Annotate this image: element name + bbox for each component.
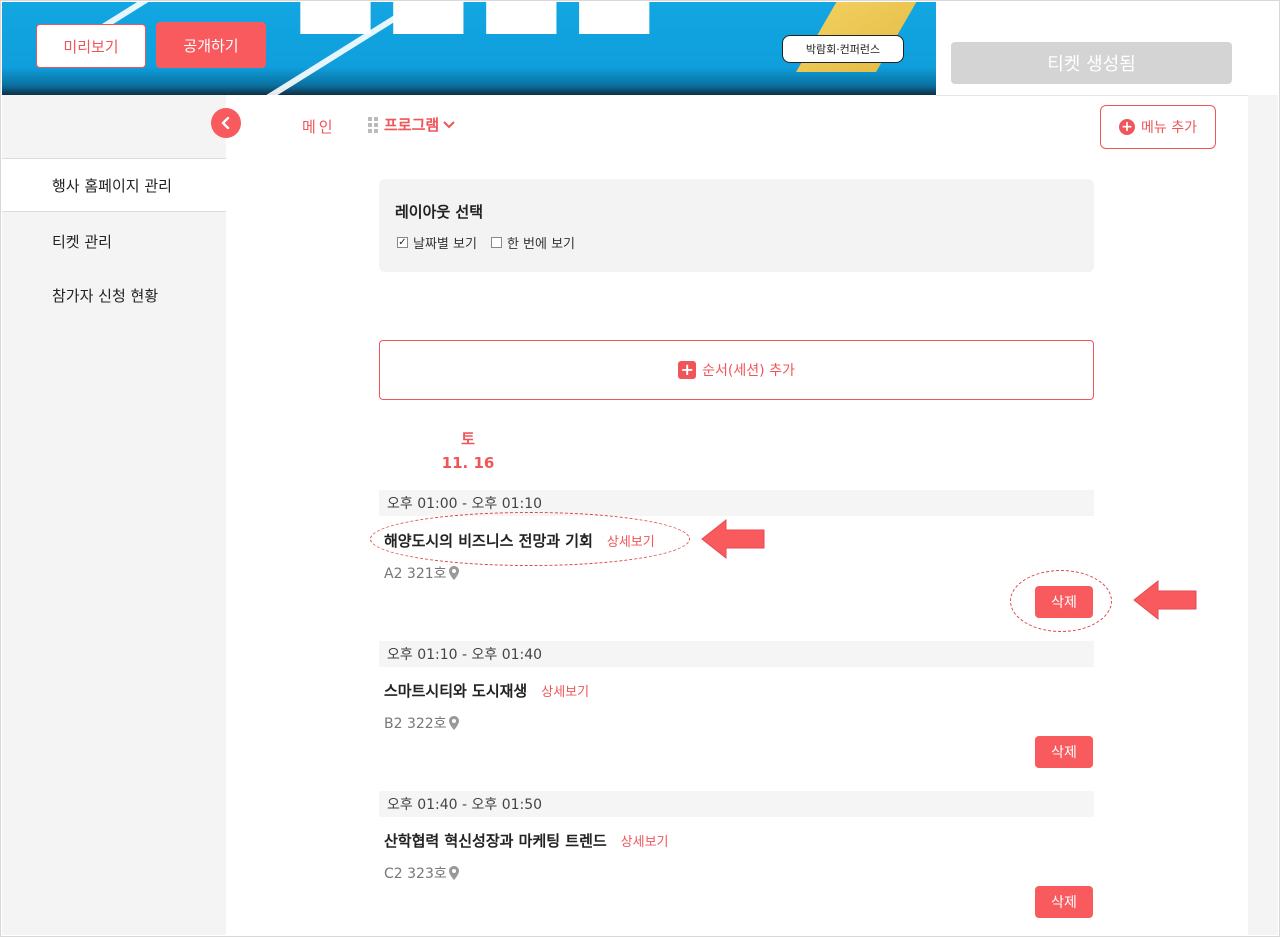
by-date-checkbox[interactable]: ✓ xyxy=(397,237,408,248)
highlight-ellipse-delete xyxy=(1010,570,1112,632)
add-session-button[interactable]: + 순서(세션) 추가 xyxy=(379,340,1094,400)
banner-artwork: ▬▬▬▬ xyxy=(292,2,664,63)
sidebar-item-tickets[interactable]: 티켓 관리 xyxy=(2,214,226,268)
tab-program-label: 프로그램 xyxy=(384,116,440,134)
session-room: A2 321호 xyxy=(384,563,459,583)
session-title: 스마트시티와 도시재생 xyxy=(384,682,528,700)
location-pin-icon xyxy=(448,866,459,880)
plus-square-icon: + xyxy=(678,361,697,379)
sidebar-item-label: 행사 홈페이지 관리 xyxy=(52,176,172,195)
add-session-label: 순서(세션) 추가 xyxy=(702,363,795,379)
category-badge: 박람회·컨퍼런스 xyxy=(782,35,904,63)
publish-button[interactable]: 공개하기 xyxy=(156,22,266,68)
session-room-label: B2 322호 xyxy=(384,716,447,732)
all-at-once-checkbox[interactable] xyxy=(490,237,502,248)
delete-session-button[interactable]: 삭제 xyxy=(1035,886,1093,918)
session-room: B2 322호 xyxy=(384,713,459,733)
layout-title: 레이아웃 선택 xyxy=(395,203,484,221)
arrow-left-icon xyxy=(1133,579,1197,621)
layout-options: ✓ 날짜별 보기 한 번에 보기 xyxy=(397,233,589,252)
sidebar-item-label: 참가자 신청 현황 xyxy=(52,286,159,305)
ticket-created-button[interactable]: 티켓 생성됨 xyxy=(951,42,1232,84)
by-date-label: 날짜별 보기 xyxy=(413,237,477,252)
arrow-left-icon xyxy=(701,518,765,560)
location-pin-icon xyxy=(448,716,459,730)
schedule-date: 11. 16 xyxy=(441,454,495,472)
sidebar-item-homepage[interactable]: 행사 홈페이지 관리 xyxy=(2,158,226,212)
session-time: 오후 01:10 - 오후 01:40 xyxy=(379,641,1094,667)
session-time: 오후 01:40 - 오후 01:50 xyxy=(379,791,1094,817)
session-detail-link[interactable]: 상세보기 xyxy=(541,681,589,700)
right-gutter xyxy=(1248,95,1278,935)
sidebar: 행사 홈페이지 관리 티켓 관리 참가자 신청 현황 xyxy=(2,95,226,935)
session-detail-link[interactable]: 상세보기 xyxy=(621,831,669,850)
sidebar-item-applicants[interactable]: 참가자 신청 현황 xyxy=(2,268,226,322)
header-divider xyxy=(936,95,1248,96)
session-title-row: 산학협력 혁신성장과 마케팅 트렌드 상세보기 xyxy=(384,830,669,851)
session-room: C2 323호 xyxy=(384,863,459,883)
layout-selection-panel: 레이아웃 선택 ✓ 날짜별 보기 한 번에 보기 xyxy=(379,179,1094,272)
plus-circle-icon: + xyxy=(1119,119,1135,135)
tab-program[interactable]: 프로그램 xyxy=(368,114,455,135)
add-menu-label: 메뉴 추가 xyxy=(1141,120,1197,136)
session-room-label: C2 323호 xyxy=(384,866,447,882)
drag-grid-icon xyxy=(368,116,378,133)
session-title: 산학협력 혁신성장과 마케팅 트렌드 xyxy=(384,832,607,850)
delete-session-button[interactable]: 삭제 xyxy=(1035,736,1093,768)
session-room-label: A2 321호 xyxy=(384,566,447,582)
all-at-once-label: 한 번에 보기 xyxy=(506,237,576,252)
preview-button[interactable]: 미리보기 xyxy=(36,24,146,68)
chevron-left-icon xyxy=(221,117,230,129)
schedule-day: 토 xyxy=(461,430,475,448)
location-pin-icon xyxy=(448,566,459,580)
chevron-down-icon xyxy=(443,120,455,128)
session-title-row: 스마트시티와 도시재생 상세보기 xyxy=(384,680,589,701)
sidebar-item-label: 티켓 관리 xyxy=(52,232,112,251)
tab-main[interactable]: 메인 xyxy=(302,116,336,137)
sidebar-collapse-button[interactable] xyxy=(211,108,241,138)
add-menu-button[interactable]: + 메뉴 추가 xyxy=(1100,105,1216,149)
highlight-ellipse-title xyxy=(370,512,690,566)
